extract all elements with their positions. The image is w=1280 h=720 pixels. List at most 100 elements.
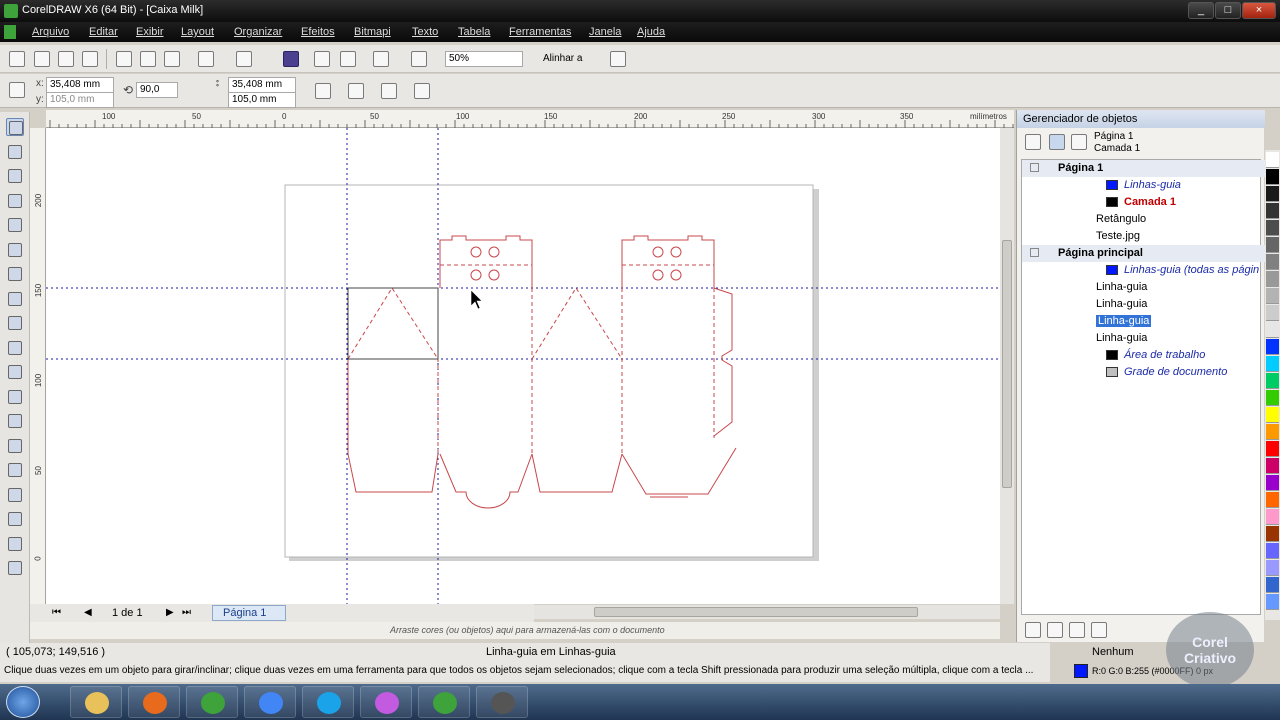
palette-color-swatch[interactable]	[1266, 152, 1279, 168]
palette-color-swatch[interactable]	[1266, 203, 1279, 219]
tree-item[interactable]: Camada 1	[1022, 194, 1266, 211]
first-page-icon[interactable]: ⏮	[52, 607, 61, 618]
tree-item[interactable]: Linha-guia	[1022, 279, 1266, 296]
y-position-field[interactable]: 105,0 mm	[46, 92, 114, 108]
layer-manager-view-icon[interactable]	[1071, 134, 1087, 150]
vertical-ruler[interactable]: 200 150 100 50 0	[30, 128, 46, 604]
palette-color-swatch[interactable]	[1266, 492, 1279, 508]
guide-node-x-field[interactable]: 35,408 mm	[228, 77, 296, 93]
interactive-fill-tool-icon[interactable]	[6, 559, 24, 577]
page-tab[interactable]: Página 1	[212, 605, 286, 621]
tree-item[interactable]: Linha-guia	[1022, 313, 1266, 330]
start-button-icon[interactable]	[6, 686, 40, 718]
export-icon[interactable]	[340, 51, 356, 67]
fill-tool-icon[interactable]	[6, 535, 24, 553]
zoom-level-select[interactable]: 50%	[445, 51, 523, 67]
new-master-layer-all-icon[interactable]	[1069, 622, 1085, 638]
freehand-tool-icon[interactable]	[6, 216, 24, 234]
x-position-field[interactable]: 35,408 mm	[46, 77, 114, 93]
new-document-icon[interactable]	[9, 51, 25, 67]
palette-color-swatch[interactable]	[1266, 373, 1279, 389]
palette-color-swatch[interactable]	[1266, 475, 1279, 491]
lock-icon[interactable]	[315, 83, 331, 99]
tree-item[interactable]: Linha-guia	[1022, 296, 1266, 313]
last-page-icon[interactable]: ⏭	[182, 607, 191, 618]
crop-tool-icon[interactable]	[6, 167, 24, 185]
tree-item[interactable]: Página principal	[1022, 245, 1266, 262]
pick-tool-icon[interactable]	[6, 118, 24, 136]
taskbar-coreldraw-button[interactable]	[186, 686, 238, 718]
preset-icon[interactable]	[381, 83, 397, 99]
eyedropper-tool-icon[interactable]	[6, 486, 24, 504]
palette-color-swatch[interactable]	[1266, 441, 1279, 457]
maximize-button[interactable]: □	[1215, 2, 1241, 19]
zoom-tool-icon[interactable]	[6, 192, 24, 210]
palette-color-swatch[interactable]	[1266, 322, 1279, 338]
copy-icon[interactable]	[140, 51, 156, 67]
palette-color-swatch[interactable]	[1266, 577, 1279, 593]
redo-icon[interactable]	[236, 51, 252, 67]
delete-icon[interactable]	[1091, 622, 1107, 638]
import-icon[interactable]	[314, 51, 330, 67]
drawing-canvas[interactable]	[46, 128, 1000, 604]
taskbar-chrome-button[interactable]	[244, 686, 296, 718]
save-icon[interactable]	[58, 51, 74, 67]
connector-tool-icon[interactable]	[6, 437, 24, 455]
guide-node-y-field[interactable]: 105,0 mm	[228, 92, 296, 108]
palette-color-swatch[interactable]	[1266, 271, 1279, 287]
undo-icon[interactable]	[198, 51, 214, 67]
drawing-area[interactable]	[46, 128, 1000, 604]
welcome-screen-icon[interactable]	[411, 51, 427, 67]
open-folder-icon[interactable]	[34, 51, 50, 67]
menu-arquivo[interactable]: Arquivo	[32, 26, 69, 38]
menu-texto[interactable]: Texto	[412, 26, 438, 38]
tree-item[interactable]: Retângulo	[1022, 211, 1266, 228]
vertical-scrollbar[interactable]	[1000, 128, 1014, 604]
taskbar-skype-button[interactable]	[302, 686, 354, 718]
palette-color-swatch[interactable]	[1266, 254, 1279, 270]
tree-item[interactable]: Grade de documento	[1022, 364, 1266, 381]
cut-icon[interactable]	[116, 51, 132, 67]
new-master-layer-icon[interactable]	[1047, 622, 1063, 638]
rotation-angle-field[interactable]: 90,0	[136, 82, 178, 98]
menu-bitmaps[interactable]: Bitmapi	[354, 26, 391, 38]
menu-editar[interactable]: Editar	[89, 26, 118, 38]
palette-color-swatch[interactable]	[1266, 220, 1279, 236]
horizontal-scroll-thumb[interactable]	[594, 607, 918, 617]
rectangle-tool-icon[interactable]	[6, 265, 24, 283]
palette-color-swatch[interactable]	[1266, 356, 1279, 372]
horizontal-scrollbar[interactable]	[534, 605, 1000, 619]
palette-color-swatch[interactable]	[1266, 594, 1279, 610]
menu-ferramentas[interactable]: Ferramentas	[509, 26, 571, 38]
snap-to-dropdown[interactable]: Alinhar a	[543, 53, 582, 64]
palette-color-swatch[interactable]	[1266, 169, 1279, 185]
ellipse-tool-icon[interactable]	[6, 290, 24, 308]
print-icon[interactable]	[82, 51, 98, 67]
tree-item[interactable]: Linhas-guia (todas as págin	[1022, 262, 1266, 279]
table-tool-icon[interactable]	[6, 388, 24, 406]
menu-exibir[interactable]: Exibir	[136, 26, 164, 38]
palette-color-swatch[interactable]	[1266, 560, 1279, 576]
align-icon[interactable]	[414, 83, 430, 99]
taskbar-corel-capture-button[interactable]	[476, 686, 528, 718]
smart-fill-tool-icon[interactable]	[6, 241, 24, 259]
menu-janela[interactable]: Janela	[589, 26, 621, 38]
polygon-tool-icon[interactable]	[6, 314, 24, 332]
basic-shapes-tool-icon[interactable]	[6, 339, 24, 357]
palette-color-swatch[interactable]	[1266, 509, 1279, 525]
guideline-icon[interactable]	[9, 82, 25, 98]
expand-icon[interactable]	[1030, 248, 1039, 257]
palette-color-swatch[interactable]	[1266, 407, 1279, 423]
vertical-scroll-thumb[interactable]	[1002, 240, 1012, 488]
horizontal-ruler[interactable]: 100 50 0 50 100 150 200 250 300 350 milí…	[46, 110, 1014, 128]
dimension-tool-icon[interactable]	[6, 412, 24, 430]
paste-icon[interactable]	[164, 51, 180, 67]
show-properties-icon[interactable]	[1025, 134, 1041, 150]
palette-color-swatch[interactable]	[1266, 339, 1279, 355]
interactive-effects-tool-icon[interactable]	[6, 461, 24, 479]
menu-efeitos[interactable]: Efeitos	[301, 26, 335, 38]
palette-color-swatch[interactable]	[1266, 305, 1279, 321]
edit-across-layers-icon[interactable]	[1049, 134, 1065, 150]
menu-tabela[interactable]: Tabela	[458, 26, 490, 38]
tree-item[interactable]: Área de trabalho	[1022, 347, 1266, 364]
